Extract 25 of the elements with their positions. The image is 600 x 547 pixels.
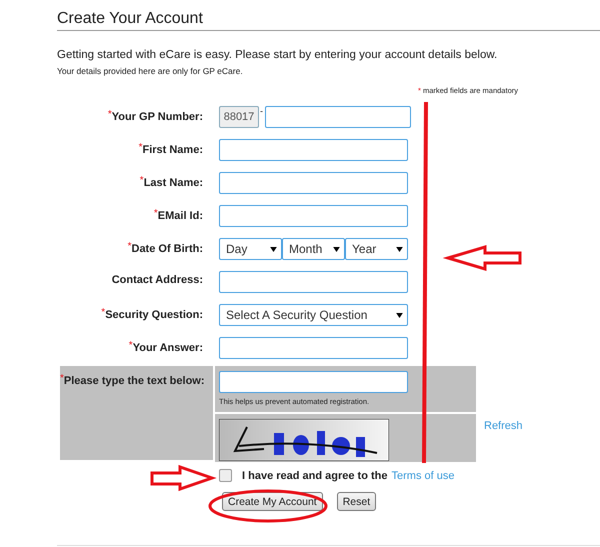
- input-field[interactable]: [219, 172, 408, 194]
- caret-icon: [333, 246, 340, 252]
- caret-icon: [396, 246, 403, 252]
- input-field[interactable]: [219, 271, 408, 293]
- input-field[interactable]: [265, 106, 411, 128]
- separator-text: -: [260, 106, 264, 116]
- note-text: Your details provided here are only for GP eCare.: [57, 66, 244, 77]
- field-label: Contact Address:: [110, 273, 204, 288]
- caret-icon: [396, 312, 403, 318]
- input-field[interactable]: [219, 371, 408, 393]
- input-field[interactable]: [219, 139, 408, 161]
- reset-button[interactable]: Reset: [336, 492, 376, 511]
- caret-icon: [270, 246, 277, 252]
- dropdown[interactable]: Select A Security Question: [219, 304, 408, 326]
- dropdown[interactable]: Day: [219, 238, 282, 260]
- page-title: Create Your Account: [57, 0, 600, 31]
- terms-text: I have read and agree to the: [242, 470, 388, 482]
- input-field[interactable]: [219, 205, 408, 227]
- dropdown[interactable]: Year: [345, 238, 408, 260]
- intro-text: Getting started with eCare is easy. Please start by entering your account details below.: [57, 48, 498, 62]
- checkbox[interactable]: [219, 469, 232, 482]
- annotation-arrow: [150, 464, 217, 492]
- input-field[interactable]: [219, 337, 408, 359]
- prefix-field: 88017: [219, 106, 259, 128]
- dropdown[interactable]: Month: [282, 238, 345, 260]
